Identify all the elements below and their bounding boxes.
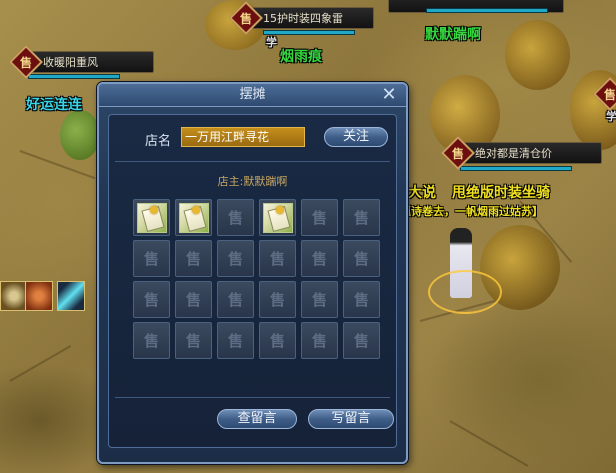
sale-seal-icon: 售 [451, 146, 464, 161]
empty-slot-icon: 售 [311, 250, 327, 268]
empty-slot-icon: 售 [269, 332, 285, 350]
health-bar [426, 8, 548, 13]
item-slot[interactable]: 售 [217, 281, 254, 318]
sale-seal-icon: 售 [19, 55, 32, 70]
scroll-bundle-icon[interactable] [178, 202, 209, 233]
view-messages-button[interactable]: 查留言 [217, 409, 297, 429]
item-slot[interactable]: 售 [259, 281, 296, 318]
item-slot[interactable]: 售 [133, 240, 170, 277]
health-bar [28, 74, 120, 79]
player-name: 好运连连 [26, 97, 82, 113]
compass-skill-icon[interactable] [0, 281, 28, 311]
stall-name: 15护时装四象雷 [248, 7, 374, 29]
empty-slot-icon: 售 [143, 291, 159, 309]
lightning-skill-icon[interactable] [57, 281, 85, 311]
empty-slot-icon: 售 [311, 209, 327, 227]
empty-slot-icon: 售 [185, 332, 201, 350]
scroll-bundle-icon[interactable] [262, 202, 293, 233]
empty-slot-icon: 售 [227, 291, 243, 309]
dialog-body: 店名 一万用江畔寻花 关注 店主:默默踹啊 售售售售售售售售售售售售售售售售售售… [108, 114, 397, 448]
item-slot[interactable]: 售 [175, 240, 212, 277]
empty-slot-icon: 售 [311, 291, 327, 309]
empty-slot-icon: 售 [353, 332, 369, 350]
stall-nameplate[interactable]: 售 收暖阳重风 [9, 45, 154, 79]
player-poem: 瓢诗卷去，一帆烟雨过姑苏】 [400, 205, 543, 218]
write-message-button[interactable]: 写留言 [308, 409, 394, 429]
item-slot[interactable]: 售 [217, 240, 254, 277]
empty-slot-icon: 售 [227, 332, 243, 350]
item-slot[interactable] [133, 199, 170, 236]
stall-name: 绝对都是清仓价 [460, 142, 602, 164]
item-slot[interactable]: 售 [343, 281, 380, 318]
health-bar [460, 166, 572, 171]
empty-slot-icon: 售 [227, 250, 243, 268]
item-slot[interactable]: 售 [301, 199, 338, 236]
empty-slot-icon: 售 [269, 291, 285, 309]
shop-name-field[interactable]: 一万用江畔寻花 [181, 127, 305, 147]
empty-slot-icon: 售 [185, 291, 201, 309]
item-slot[interactable]: 售 [301, 240, 338, 277]
empty-slot-icon: 售 [143, 332, 159, 350]
empty-slot-icon: 售 [353, 291, 369, 309]
item-grid: 售售售售售售售售售售售售售售售售售售售售售 [133, 199, 380, 359]
item-slot[interactable] [175, 199, 212, 236]
player-title: 大说 [408, 185, 436, 201]
npc-figure[interactable] [505, 20, 570, 90]
player-name: 学 [606, 110, 616, 123]
empty-slot-icon: 售 [227, 209, 243, 227]
player-name: 学 [266, 36, 277, 49]
item-slot[interactable]: 售 [259, 322, 296, 359]
player-shout: 甩绝版时装坐骑 [452, 185, 550, 201]
shop-owner: 店主:默默踹啊 [217, 175, 288, 188]
dialog-title: 摆摊 [99, 84, 406, 107]
divider [115, 397, 390, 398]
item-slot[interactable]: 售 [217, 199, 254, 236]
empty-slot-icon: 售 [311, 332, 327, 350]
stall-dialog: 摆摊 ✕ 店名 一万用江畔寻花 关注 店主:默默踹啊 售售售售售售售售售售售售售… [97, 82, 408, 464]
stall-nameplate-partial[interactable]: 售 [593, 77, 616, 111]
scroll-bundle-icon[interactable] [136, 202, 167, 233]
player-name: 烟雨痕 [280, 49, 322, 65]
sale-seal-icon: 售 [239, 11, 252, 26]
item-slot[interactable]: 售 [259, 240, 296, 277]
item-slot[interactable]: 售 [175, 322, 212, 359]
npc-figure[interactable] [60, 110, 100, 160]
stall-name: 收暖阳重风 [28, 51, 154, 73]
item-slot[interactable]: 售 [343, 322, 380, 359]
item-slot[interactable] [259, 199, 296, 236]
stall-nameplate[interactable]: 售 15护时装四象雷 [229, 1, 374, 35]
divider [115, 161, 390, 162]
item-slot[interactable]: 售 [133, 322, 170, 359]
empty-slot-icon: 售 [269, 250, 285, 268]
item-slot[interactable]: 售 [175, 281, 212, 318]
follow-button[interactable]: 关注 [324, 127, 388, 147]
item-slot[interactable]: 售 [343, 240, 380, 277]
item-slot[interactable]: 售 [301, 281, 338, 318]
player-name: 默默踹啊 [425, 27, 481, 43]
empty-slot-icon: 售 [353, 209, 369, 227]
empty-slot-icon: 售 [185, 250, 201, 268]
player-glow-ring [428, 270, 502, 314]
item-slot[interactable]: 售 [133, 281, 170, 318]
drum-skill-icon[interactable] [25, 281, 53, 311]
empty-slot-icon: 售 [143, 250, 159, 268]
sale-seal-icon: 售 [603, 87, 616, 102]
item-slot[interactable]: 售 [301, 322, 338, 359]
shop-name-label: 店名 [145, 134, 172, 149]
close-icon[interactable]: ✕ [380, 86, 398, 104]
empty-slot-icon: 售 [353, 250, 369, 268]
item-slot[interactable]: 售 [343, 199, 380, 236]
stall-nameplate[interactable]: 售 绝对都是清仓价 [441, 136, 602, 170]
item-slot[interactable]: 售 [217, 322, 254, 359]
